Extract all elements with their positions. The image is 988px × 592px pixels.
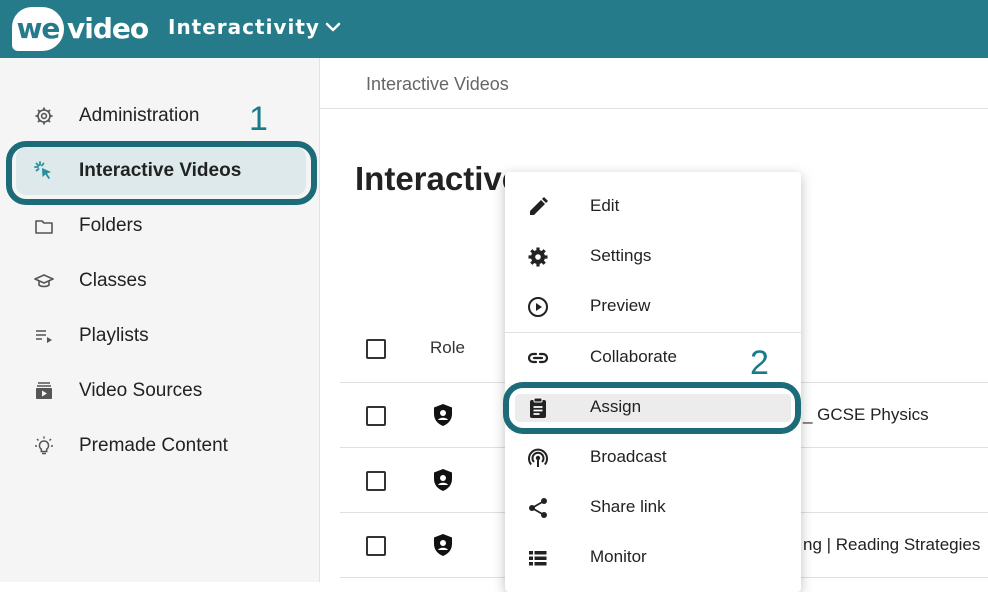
menu-item-label: Monitor: [590, 547, 647, 566]
row-title[interactable]: _ GCSE Physics: [803, 405, 929, 425]
callout-ring-2: [503, 382, 801, 434]
logo-we-text: we: [16, 11, 61, 45]
callout-ring-1: [6, 141, 317, 205]
product-switcher-label[interactable]: Interactivity: [168, 15, 320, 39]
sidebar: Administration Interactive Videos Folder…: [0, 58, 320, 582]
shield-user-icon: [434, 469, 452, 491]
top-bar: we video Interactivity: [0, 0, 988, 58]
menu-item-edit[interactable]: Edit: [505, 182, 801, 232]
sidebar-item-video-sources[interactable]: Video Sources: [16, 367, 306, 415]
row-title[interactable]: ng | Reading Strategies: [803, 535, 980, 555]
wevideo-logo[interactable]: we video: [12, 6, 149, 52]
folder-icon: [35, 220, 53, 234]
row-checkbox[interactable]: [366, 406, 386, 426]
breadcrumb-item[interactable]: Interactive Videos: [366, 74, 509, 95]
chevron-down-icon[interactable]: [324, 18, 342, 36]
menu-item-label: Preview: [590, 296, 651, 315]
shield-user-icon: [434, 404, 452, 426]
breadcrumb: Interactive Videos: [320, 58, 988, 109]
sidebar-item-classes[interactable]: Classes: [16, 257, 306, 305]
lightbulb-icon: [35, 436, 53, 455]
callout-number-1: 1: [249, 100, 268, 138]
playlist-icon: [36, 330, 52, 343]
sidebar-item-label: Premade Content: [79, 435, 228, 456]
list-icon: [529, 551, 547, 566]
menu-item-share-link[interactable]: Share link: [505, 483, 801, 533]
page-title: Interactive Videos: [355, 160, 515, 197]
menu-item-settings[interactable]: Settings: [505, 232, 801, 282]
menu-item-label: Broadcast: [590, 447, 667, 466]
video-library-icon: [36, 382, 52, 399]
gear-icon: [528, 247, 548, 267]
menu-item-broadcast[interactable]: Broadcast: [505, 433, 801, 483]
menu-item-label: Edit: [590, 196, 620, 215]
menu-item-monitor[interactable]: Monitor: [505, 533, 801, 583]
sidebar-item-label: Administration: [79, 105, 200, 126]
sidebar-item-folders[interactable]: Folders: [16, 202, 306, 250]
play-circle-icon: [528, 297, 548, 317]
menu-item-label: Settings: [590, 246, 652, 265]
link-icon: [527, 352, 549, 364]
column-header-role[interactable]: Role: [430, 338, 465, 358]
callout-number-2: 2: [750, 344, 769, 382]
menu-item-label: Share link: [590, 497, 666, 516]
sidebar-item-playlists[interactable]: Playlists: [16, 312, 306, 360]
pencil-icon: [530, 197, 548, 215]
gear-icon: [35, 107, 53, 125]
broadcast-icon: [528, 448, 548, 467]
logo-video-text: video: [67, 11, 149, 45]
graduation-cap-icon: [34, 274, 54, 288]
logo-bubble: we: [12, 7, 64, 51]
sidebar-item-label: Folders: [79, 215, 143, 236]
share-icon: [529, 498, 547, 518]
sidebar-item-premade-content[interactable]: Premade Content: [16, 422, 306, 470]
select-all-checkbox[interactable]: [366, 339, 386, 359]
menu-item-label: Collaborate: [590, 347, 677, 366]
row-checkbox[interactable]: [366, 536, 386, 556]
row-checkbox[interactable]: [366, 471, 386, 491]
shield-user-icon: [434, 534, 452, 556]
menu-item-preview[interactable]: Preview: [505, 282, 801, 332]
sidebar-item-label: Playlists: [79, 325, 149, 346]
sidebar-item-label: Video Sources: [79, 380, 203, 401]
sidebar-item-label: Classes: [79, 270, 147, 291]
